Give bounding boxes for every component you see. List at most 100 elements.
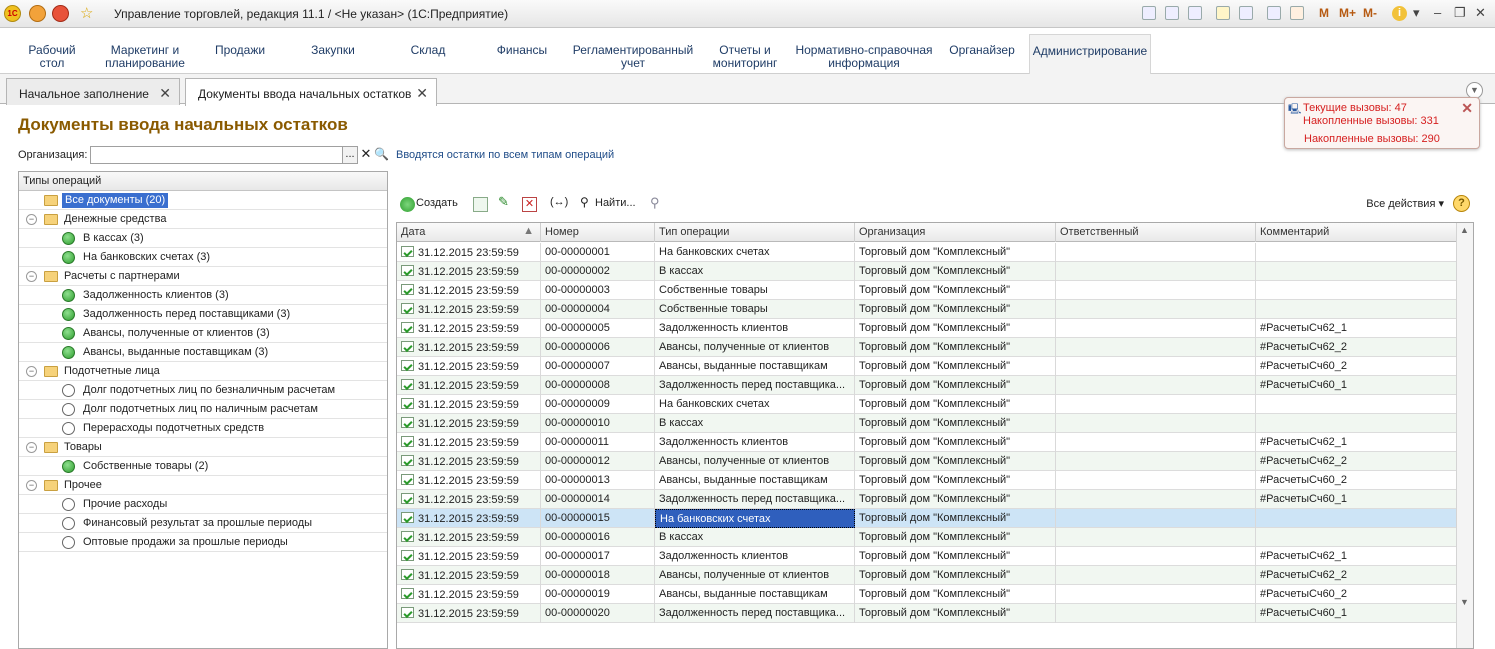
tab-initial-fill[interactable]: Начальное заполнение ✕ — [6, 78, 180, 105]
column-number[interactable]: Номер — [541, 223, 655, 242]
cell-organization[interactable]: Торговый дом "Комплексный" — [855, 547, 1056, 566]
cell-responsible[interactable] — [1056, 566, 1256, 585]
cell-comment[interactable]: #РасчетыСч60_2 — [1256, 357, 1457, 376]
tree-item[interactable]: Оптовые продажи за прошлые периоды — [19, 533, 387, 552]
create-button[interactable]: Создать — [416, 197, 458, 209]
cell-responsible[interactable] — [1056, 319, 1256, 338]
collapse-icon[interactable]: − — [26, 366, 37, 377]
cell-date[interactable]: 31.12.2015 23:59:59 — [397, 395, 541, 414]
table-row[interactable]: 31.12.2015 23:59:59 00-00000017 Задолженно… — [397, 547, 1457, 566]
section-warehouse[interactable]: Склад — [393, 44, 463, 74]
cell-comment[interactable] — [1256, 281, 1457, 300]
tree-item[interactable]: Собственные товары (2) — [19, 457, 387, 476]
cell-number[interactable]: 00-00000007 — [541, 357, 655, 376]
column-comment[interactable]: Комментарий — [1256, 223, 1457, 242]
cell-number[interactable]: 00-00000015 — [541, 509, 655, 528]
column-date[interactable]: Дата ▲ — [397, 223, 541, 242]
table-row[interactable]: 31.12.2015 23:59:59 00-00000002 В кассах То… — [397, 262, 1457, 281]
section-regulated-accounting[interactable]: Регламентированный учет — [572, 44, 694, 74]
cell-date[interactable]: 31.12.2015 23:59:59 — [397, 319, 541, 338]
cell-organization[interactable]: Торговый дом "Комплексный" — [855, 319, 1056, 338]
tree-item[interactable]: На банковских счетах (3) — [19, 248, 387, 267]
cell-comment[interactable] — [1256, 395, 1457, 414]
calendar-icon[interactable] — [1290, 6, 1304, 20]
cell-number[interactable]: 00-00000008 — [541, 376, 655, 395]
print-icon[interactable] — [1165, 6, 1179, 20]
cell-operation-type[interactable]: Авансы, выданные поставщикам — [655, 585, 855, 604]
open-icon[interactable]: 🔍 — [374, 146, 389, 164]
table-row[interactable]: 31.12.2015 23:59:59 00-00000016 В кассах То… — [397, 528, 1457, 547]
cell-number[interactable]: 00-00000001 — [541, 243, 655, 262]
tree-item[interactable]: − Денежные средства — [19, 210, 387, 229]
cell-operation-type[interactable]: Авансы, полученные от клиентов — [655, 338, 855, 357]
column-responsible[interactable]: Ответственный — [1056, 223, 1256, 242]
cell-number[interactable]: 00-00000004 — [541, 300, 655, 319]
cell-organization[interactable]: Торговый дом "Комплексный" — [855, 414, 1056, 433]
tree-item[interactable]: Прочие расходы — [19, 495, 387, 514]
memory-plus-button[interactable]: M+ — [1339, 6, 1356, 20]
table-row[interactable]: 31.12.2015 23:59:59 00-00000004 Собственны… — [397, 300, 1457, 319]
cell-comment[interactable]: #РасчетыСч62_2 — [1256, 338, 1457, 357]
cell-comment[interactable] — [1256, 243, 1457, 262]
cell-organization[interactable]: Торговый дом "Комплексный" — [855, 604, 1056, 623]
tree-item[interactable]: Все документы (20) — [19, 191, 387, 210]
cell-operation-type[interactable]: На банковских счетах — [655, 509, 855, 528]
cell-operation-type[interactable]: На банковских счетах — [655, 395, 855, 414]
cell-operation-type[interactable]: В кассах — [655, 414, 855, 433]
cell-responsible[interactable] — [1056, 585, 1256, 604]
table-row[interactable]: 31.12.2015 23:59:59 00-00000008 Задолженно… — [397, 376, 1457, 395]
cell-operation-type[interactable]: Авансы, выданные поставщикам — [655, 471, 855, 490]
tree-item[interactable]: Авансы, выданные поставщикам (3) — [19, 343, 387, 362]
collapse-icon[interactable]: − — [26, 214, 37, 225]
cell-date[interactable]: 31.12.2015 23:59:59 — [397, 414, 541, 433]
cell-organization[interactable]: Торговый дом "Комплексный" — [855, 471, 1056, 490]
cell-number[interactable]: 00-00000019 — [541, 585, 655, 604]
table-row[interactable]: 31.12.2015 23:59:59 00-00000007 Авансы, вы… — [397, 357, 1457, 376]
search-icon[interactable]: ⚲ — [580, 195, 589, 209]
edit-icon[interactable]: ✎ — [498, 194, 509, 210]
close-tab-icon[interactable]: ✕ — [159, 85, 171, 102]
cell-comment[interactable] — [1256, 528, 1457, 547]
cell-operation-type[interactable]: Авансы, полученные от клиентов — [655, 566, 855, 585]
cell-date[interactable]: 31.12.2015 23:59:59 — [397, 471, 541, 490]
cell-number[interactable]: 00-00000006 — [541, 338, 655, 357]
cell-responsible[interactable] — [1056, 509, 1256, 528]
cell-responsible[interactable] — [1056, 262, 1256, 281]
cell-date[interactable]: 31.12.2015 23:59:59 — [397, 281, 541, 300]
main-menu-button[interactable] — [29, 5, 46, 22]
tree-item[interactable]: Перерасходы подотчетных средств — [19, 419, 387, 438]
section-administration[interactable]: Администрирование — [1029, 34, 1151, 74]
cell-number[interactable]: 00-00000012 — [541, 452, 655, 471]
cell-comment[interactable]: #РасчетыСч60_2 — [1256, 585, 1457, 604]
cell-date[interactable]: 31.12.2015 23:59:59 — [397, 357, 541, 376]
tab-opening-balance-docs[interactable]: Документы ввода начальных остатков ✕ — [185, 78, 437, 106]
organization-input[interactable] — [90, 146, 343, 164]
cell-comment[interactable]: #РасчетыСч60_1 — [1256, 376, 1457, 395]
cell-comment[interactable] — [1256, 300, 1457, 319]
cell-date[interactable]: 31.12.2015 23:59:59 — [397, 509, 541, 528]
app-logo-icon[interactable]: 1С — [4, 5, 21, 22]
section-sales[interactable]: Продажи — [205, 44, 275, 74]
cell-responsible[interactable] — [1056, 376, 1256, 395]
cell-operation-type[interactable]: Задолженность перед поставщика... — [655, 376, 855, 395]
tree-item[interactable]: − Подотчетные лица — [19, 362, 387, 381]
copy-icon[interactable] — [473, 197, 488, 212]
favorites-star-icon[interactable]: ☆ — [80, 4, 93, 22]
cell-date[interactable]: 31.12.2015 23:59:59 — [397, 528, 541, 547]
cell-number[interactable]: 00-00000002 — [541, 262, 655, 281]
tree-item[interactable]: Авансы, полученные от клиентов (3) — [19, 324, 387, 343]
cell-responsible[interactable] — [1056, 604, 1256, 623]
cell-operation-type[interactable]: Задолженность перед поставщика... — [655, 490, 855, 509]
cell-comment[interactable]: #РасчетыСч62_1 — [1256, 547, 1457, 566]
cell-organization[interactable]: Торговый дом "Комплексный" — [855, 243, 1056, 262]
scroll-up-icon[interactable]: ▲ — [1460, 225, 1469, 235]
cell-responsible[interactable] — [1056, 471, 1256, 490]
cell-organization[interactable]: Торговый дом "Комплексный" — [855, 433, 1056, 452]
table-row[interactable]: 31.12.2015 23:59:59 00-00000014 Задолженно… — [397, 490, 1457, 509]
tree-item[interactable]: Финансовый результат за прошлые периоды — [19, 514, 387, 533]
table-row[interactable]: 31.12.2015 23:59:59 00-00000010 В кассах То… — [397, 414, 1457, 433]
cell-comment[interactable]: #РасчетыСч62_2 — [1256, 566, 1457, 585]
info-icon[interactable]: i — [1392, 6, 1407, 21]
cell-number[interactable]: 00-00000017 — [541, 547, 655, 566]
table-row[interactable]: 31.12.2015 23:59:59 00-00000005 Задолженно… — [397, 319, 1457, 338]
